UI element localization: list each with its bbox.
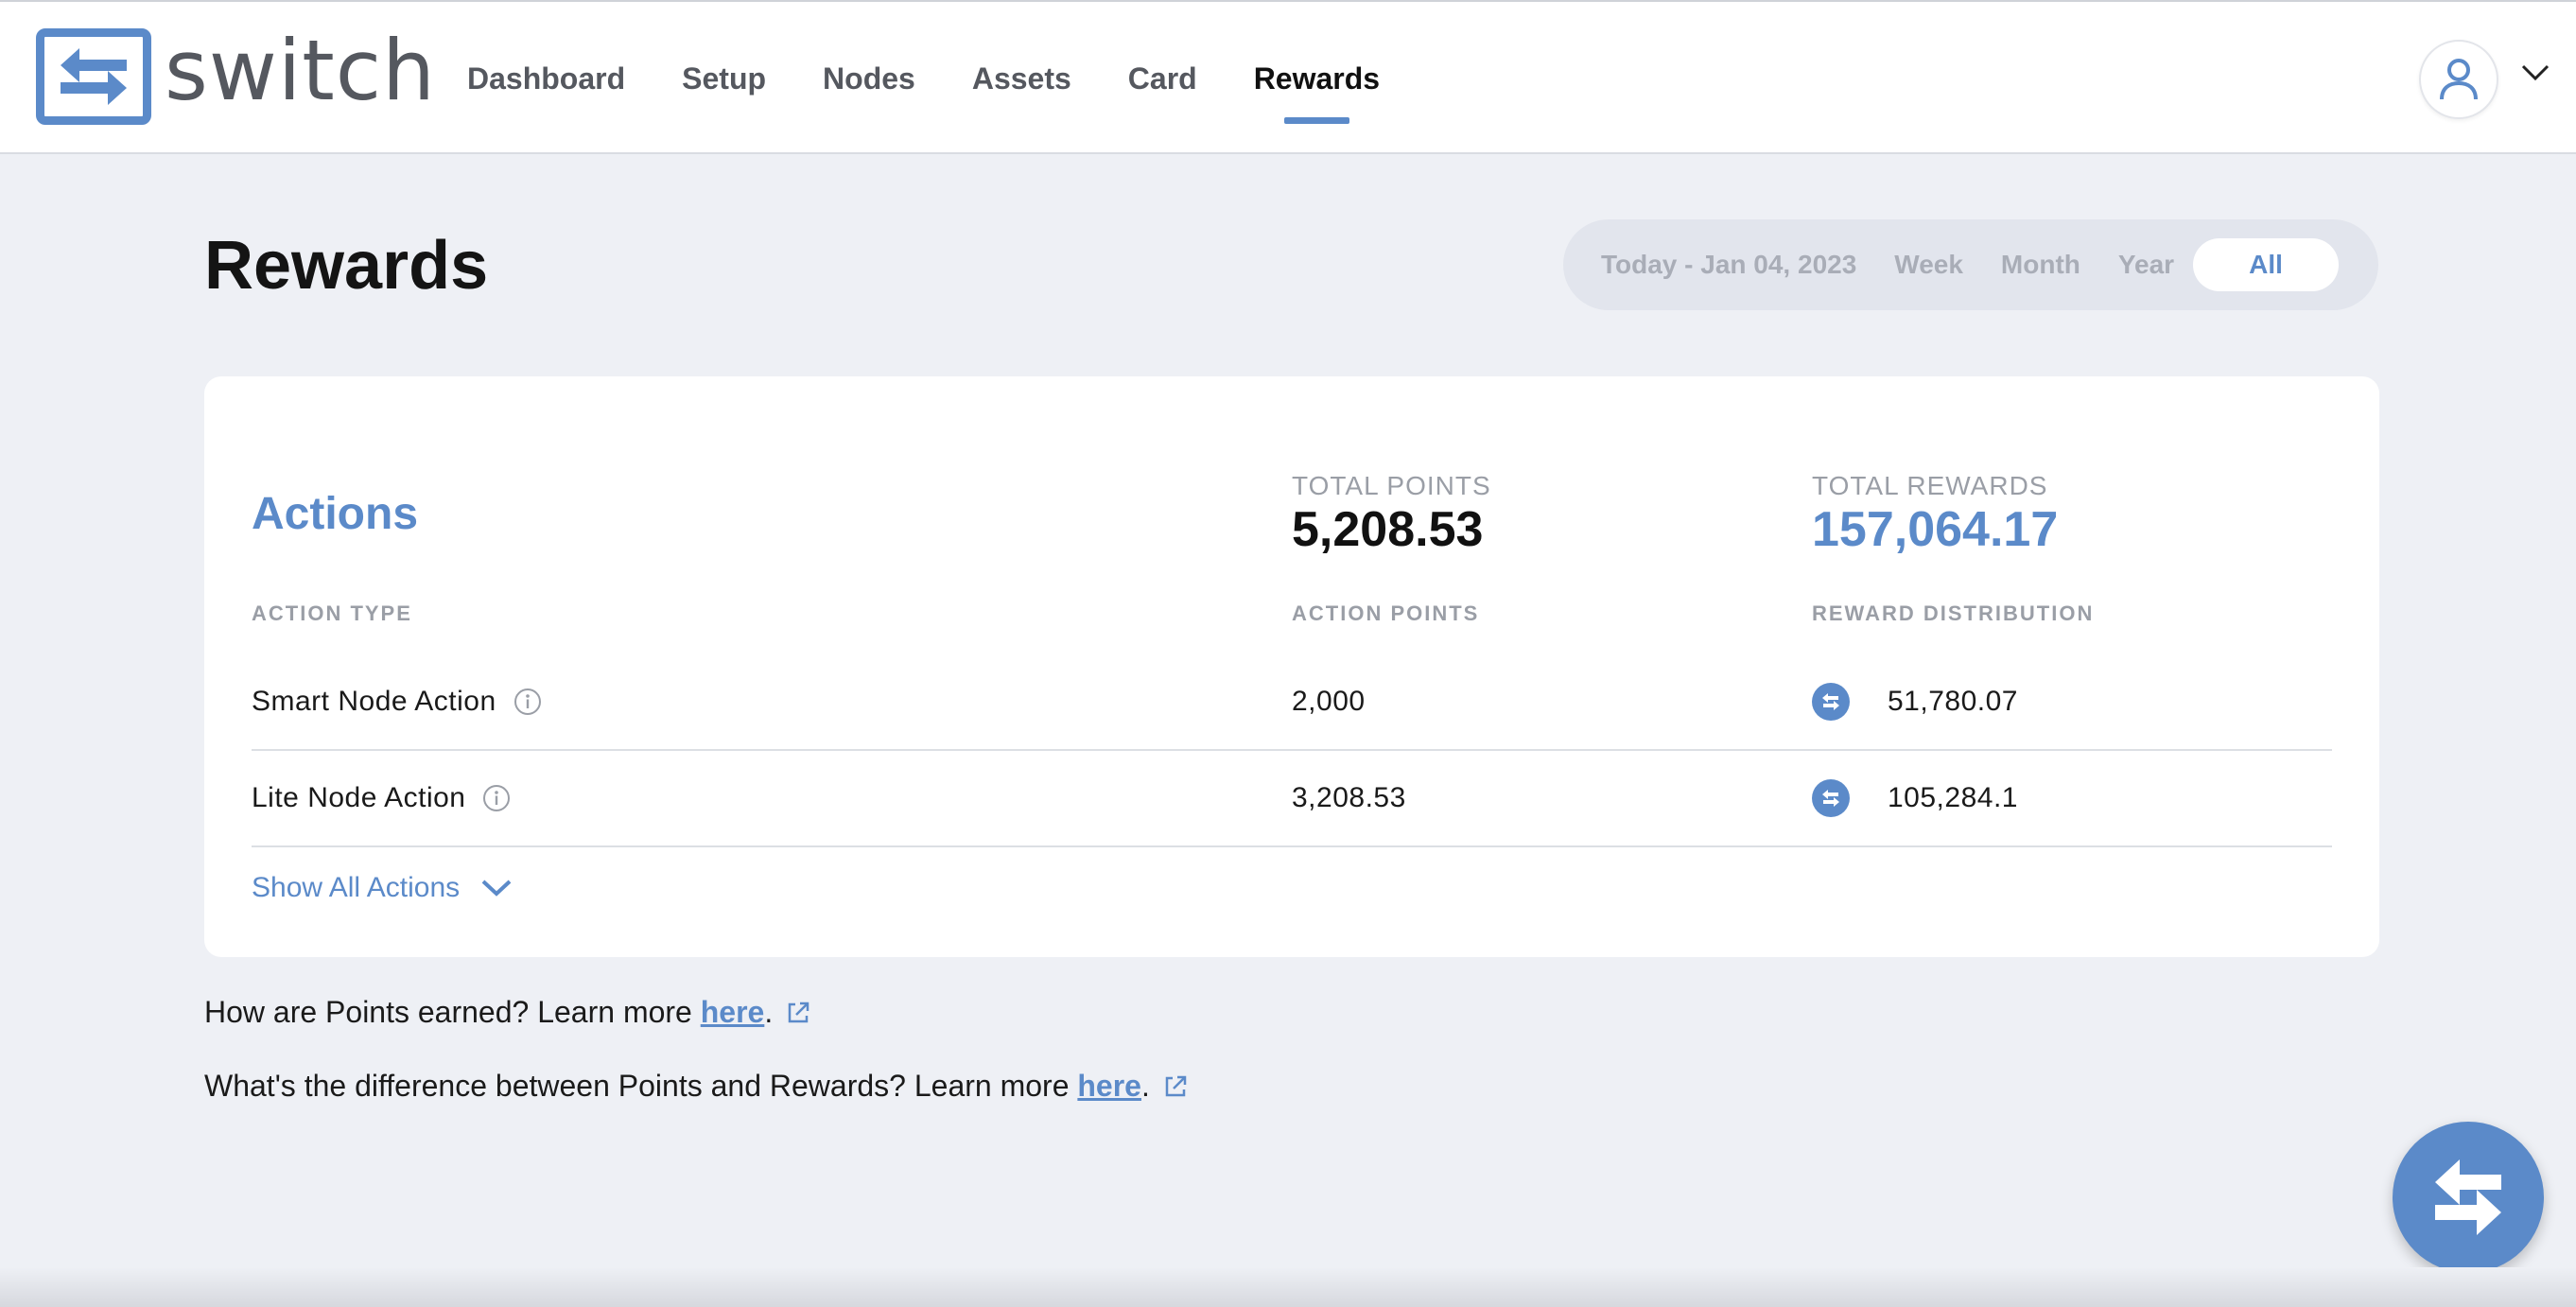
user-avatar-button[interactable] [2419, 40, 2498, 119]
user-icon [2440, 59, 2478, 100]
nav-item-setup[interactable]: Setup [682, 2, 766, 156]
help-points-earned: How are Points earned? Learn more here . [204, 995, 810, 1030]
switch-coin-icon [1812, 779, 1850, 817]
total-points-label: TOTAL POINTS [1292, 471, 1491, 500]
action-points-cell: 2,000 [1292, 686, 1366, 717]
logo-wordmark: switch [165, 22, 436, 119]
user-menu-chevron-button[interactable] [2521, 64, 2550, 86]
column-header-reward-distribution: REWARD DISTRIBUTION [1812, 601, 2095, 625]
show-all-actions-label: Show All Actions [252, 872, 461, 903]
switch-logo-icon [36, 28, 151, 125]
column-header-action-type: ACTION TYPE [252, 601, 412, 625]
external-link-icon[interactable] [786, 1001, 810, 1025]
chevron-down-icon [481, 880, 512, 897]
total-rewards-label: TOTAL REWARDS [1812, 471, 2048, 500]
range-option-month[interactable]: Month [2001, 250, 2080, 280]
action-type-cell: Smart Node Action [252, 654, 542, 749]
help-points-vs-rewards-text: What's the difference between Points and… [204, 1069, 1078, 1103]
column-header-action-points: ACTION POINTS [1292, 601, 1480, 625]
help-points-earned-link[interactable]: here [701, 995, 765, 1030]
range-option-year[interactable]: Year [2118, 250, 2174, 280]
total-rewards-value: 157,064.17 [1812, 502, 2059, 557]
main-nav: Dashboard Setup Nodes Assets Card Reward… [467, 2, 1436, 156]
reward-value-text: 105,284.1 [1888, 782, 2018, 813]
swap-arrows-icon [2435, 1159, 2501, 1235]
page-title: Rewards [204, 228, 489, 304]
window-bottom-edge [0, 1267, 2576, 1307]
external-link-icon[interactable] [1163, 1074, 1188, 1099]
table-row: Smart Node Action 2,000 51,780.07 [252, 654, 2332, 751]
switch-logo[interactable]: switch [36, 28, 436, 125]
help-points-vs-rewards-period: . [1140, 1069, 1150, 1103]
help-points-earned-period: . [764, 995, 774, 1029]
swap-fab-button[interactable] [2393, 1122, 2544, 1273]
reward-distribution-cell: 51,780.07 [1812, 654, 2018, 749]
action-type-text: Smart Node Action [252, 686, 496, 717]
chevron-down-icon [2521, 64, 2550, 81]
nav-item-card[interactable]: Card [1128, 2, 1197, 156]
action-type-text: Lite Node Action [252, 782, 466, 813]
range-option-all[interactable]: All [2193, 238, 2340, 291]
nav-item-dashboard[interactable]: Dashboard [467, 2, 625, 156]
nav-item-nodes[interactable]: Nodes [823, 2, 915, 156]
action-type-cell: Lite Node Action [252, 751, 511, 845]
actions-card-title: Actions [252, 489, 419, 539]
date-range-filter: Today - Jan 04, 2023 Week Month Year All [1563, 219, 2378, 310]
info-icon[interactable] [513, 688, 542, 716]
reward-value-text: 51,780.07 [1888, 686, 2018, 717]
range-option-week[interactable]: Week [1894, 250, 1963, 280]
total-points-value: 5,208.53 [1292, 502, 1484, 557]
switch-coin-icon [1812, 683, 1850, 721]
range-option-today[interactable]: Today - Jan 04, 2023 [1601, 250, 1856, 280]
reward-distribution-cell: 105,284.1 [1812, 751, 2018, 845]
show-all-actions-button[interactable]: Show All Actions [252, 872, 513, 904]
nav-item-assets[interactable]: Assets [972, 2, 1071, 156]
help-points-earned-text: How are Points earned? Learn more [204, 995, 701, 1029]
table-row: Lite Node Action 3,208.53 105,284.1 [252, 751, 2332, 847]
help-points-vs-rewards-link[interactable]: here [1077, 1069, 1141, 1104]
actions-card: Actions TOTAL POINTS 5,208.53 TOTAL REWA… [204, 376, 2379, 957]
info-icon[interactable] [482, 784, 511, 812]
top-navigation-bar: switch Dashboard Setup Nodes Assets Card… [0, 0, 2576, 154]
action-points-cell: 3,208.53 [1292, 782, 1406, 813]
nav-item-rewards[interactable]: Rewards [1254, 2, 1380, 156]
help-points-vs-rewards: What's the difference between Points and… [204, 1069, 1188, 1104]
